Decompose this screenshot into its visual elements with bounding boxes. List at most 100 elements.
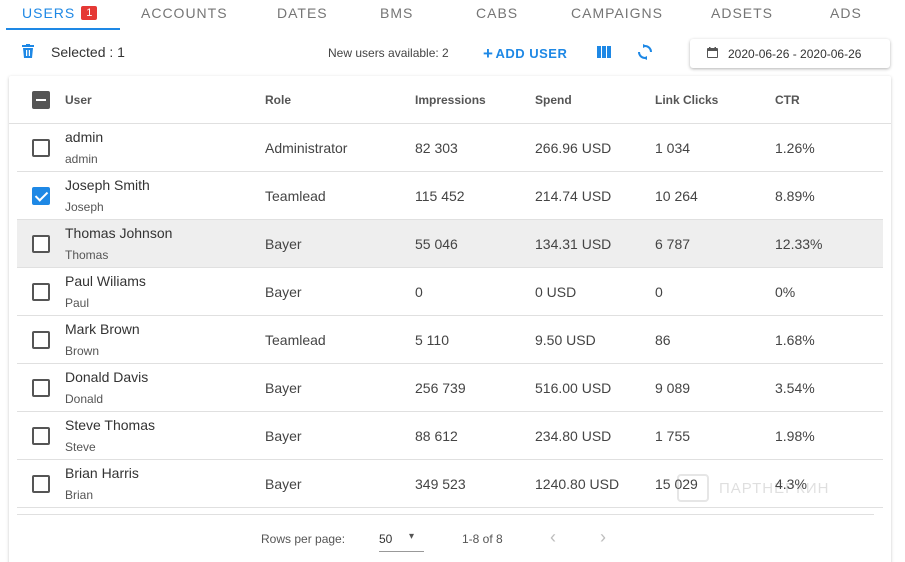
table-row[interactable]: Thomas Johnson Thomas Bayer 55 046 134.31 US… — [17, 220, 883, 268]
active-tab-indicator — [6, 28, 120, 30]
impressions-cell: 5 110 — [415, 332, 449, 348]
role-cell: Administrator — [265, 140, 348, 156]
table-pagination: Rows per page: 50 ▾ 1-8 of 8 ‹ › — [9, 514, 891, 562]
table-row[interactable]: admin admin Administrator 82 303 266.96 USD 1… — [17, 124, 883, 172]
header-link-clicks[interactable]: Link Clicks — [655, 93, 718, 107]
tab-users-label: USERS — [22, 5, 76, 21]
header-ctr[interactable]: CTR — [775, 93, 800, 107]
rows-per-page-value: 50 — [379, 532, 393, 546]
plus-icon: + — [483, 44, 494, 63]
user-name: admin — [65, 129, 104, 145]
link-clicks-cell: 6 787 — [655, 236, 691, 252]
user-name: Steve Thomas — [65, 417, 156, 433]
watermark-logo-icon — [677, 474, 709, 502]
user-name: Mark Brown — [65, 321, 140, 337]
impressions-cell: 88 612 — [415, 428, 458, 444]
user-login: Brian — [65, 488, 94, 502]
tab-ads[interactable]: ADS — [830, 5, 862, 21]
spend-cell: 1240.80 USD — [535, 476, 620, 492]
spend-cell: 0 USD — [535, 284, 577, 300]
impressions-cell: 256 739 — [415, 380, 466, 396]
tab-bms[interactable]: BMS — [380, 5, 413, 21]
columns-icon[interactable] — [597, 46, 611, 58]
trash-icon[interactable] — [22, 44, 34, 58]
user-name: Joseph Smith — [65, 177, 150, 193]
role-cell: Bayer — [265, 380, 302, 396]
user-login: Brown — [65, 344, 100, 358]
role-cell: Bayer — [265, 284, 302, 300]
user-login: Thomas — [65, 248, 109, 262]
impressions-cell: 82 303 — [415, 140, 458, 156]
add-user-button[interactable]: + ADD USER — [483, 44, 567, 64]
link-clicks-cell: 1 034 — [655, 140, 691, 156]
row-checkbox[interactable] — [32, 235, 50, 253]
link-clicks-cell: 0 — [655, 284, 663, 300]
ctr-cell: 1.68% — [775, 332, 815, 348]
tab-campaigns[interactable]: CAMPAIGNS — [571, 5, 663, 21]
rows-per-page-label: Rows per page: — [261, 532, 346, 546]
row-checkbox[interactable] — [32, 379, 50, 397]
table-header: User Role Impressions Spend Link Clicks … — [9, 76, 891, 124]
user-name: Brian Harris — [65, 465, 139, 481]
ctr-cell: 1.98% — [775, 428, 815, 444]
row-checkbox[interactable] — [32, 331, 50, 349]
role-cell: Bayer — [265, 236, 302, 252]
next-page-button[interactable]: › — [595, 527, 611, 547]
rows-per-page-select[interactable]: 50 ▾ — [379, 528, 424, 552]
refresh-icon[interactable] — [637, 44, 653, 60]
date-range-picker[interactable]: 2020-06-26 - 2020-06-26 — [690, 39, 890, 68]
user-login: Joseph — [65, 200, 104, 214]
header-spend[interactable]: Spend — [535, 93, 572, 107]
new-users-available: New users available: 2 — [328, 46, 449, 60]
select-all-checkbox[interactable] — [32, 91, 50, 109]
spend-cell: 134.31 USD — [535, 236, 612, 252]
user-name: Paul Wiliams — [65, 273, 146, 289]
header-role[interactable]: Role — [265, 93, 291, 107]
header-impressions[interactable]: Impressions — [415, 93, 486, 107]
impressions-cell: 349 523 — [415, 476, 466, 492]
ctr-cell: 3.54% — [775, 380, 815, 396]
tab-adsets[interactable]: ADSETS — [711, 5, 773, 21]
tab-bar: USERS 1 ACCOUNTS DATES BMS CABS CAMPAIGNS… — [0, 0, 905, 30]
calendar-icon — [707, 47, 718, 58]
ctr-cell: 0% — [775, 284, 796, 300]
ctr-cell: 8.89% — [775, 188, 815, 204]
spend-cell: 9.50 USD — [535, 332, 596, 348]
row-checkbox[interactable] — [32, 427, 50, 445]
previous-page-button[interactable]: ‹ — [545, 527, 561, 547]
table-row[interactable]: Paul Wiliams Paul Bayer 0 0 USD 0 0% — [17, 268, 883, 316]
role-cell: Bayer — [265, 476, 302, 492]
row-checkbox[interactable] — [32, 139, 50, 157]
link-clicks-cell: 86 — [655, 332, 671, 348]
tab-cabs[interactable]: CABS — [476, 5, 518, 21]
selected-count: Selected : 1 — [51, 44, 125, 60]
row-checkbox[interactable] — [32, 283, 50, 301]
role-cell: Bayer — [265, 428, 302, 444]
spend-cell: 234.80 USD — [535, 428, 612, 444]
table-row[interactable]: Joseph Smith Joseph Teamlead 115 452 214.74 … — [17, 172, 883, 220]
role-cell: Teamlead — [265, 188, 326, 204]
tab-users[interactable]: USERS 1 — [22, 5, 98, 21]
link-clicks-cell: 10 264 — [655, 188, 698, 204]
table-row[interactable]: Steve Thomas Steve Bayer 88 612 234.80 USD 1 … — [17, 412, 883, 460]
table-row[interactable]: Donald Davis Donald Bayer 256 739 516.00 USD… — [17, 364, 883, 412]
role-cell: Teamlead — [265, 332, 326, 348]
user-login: Donald — [65, 392, 104, 406]
spend-cell: 266.96 USD — [535, 140, 612, 156]
ctr-cell: 1.26% — [775, 140, 815, 156]
date-range-value: 2020-06-26 - 2020-06-26 — [728, 47, 862, 61]
row-checkbox[interactable] — [32, 475, 50, 493]
link-clicks-cell: 1 755 — [655, 428, 691, 444]
ctr-cell: 12.33% — [775, 236, 823, 252]
impressions-cell: 55 046 — [415, 236, 458, 252]
tab-accounts[interactable]: ACCOUNTS — [141, 5, 228, 21]
tab-dates[interactable]: DATES — [277, 5, 328, 21]
page-info: 1-8 of 8 — [462, 532, 503, 546]
row-checkbox[interactable] — [32, 187, 50, 205]
footer-divider — [17, 514, 874, 515]
caret-down-icon: ▾ — [409, 531, 415, 542]
table-row[interactable]: Mark Brown Brown Teamlead 5 110 9.50 USD 86 1.… — [17, 316, 883, 364]
header-user[interactable]: User — [65, 93, 92, 107]
impressions-cell: 0 — [415, 284, 423, 300]
link-clicks-cell: 9 089 — [655, 380, 691, 396]
